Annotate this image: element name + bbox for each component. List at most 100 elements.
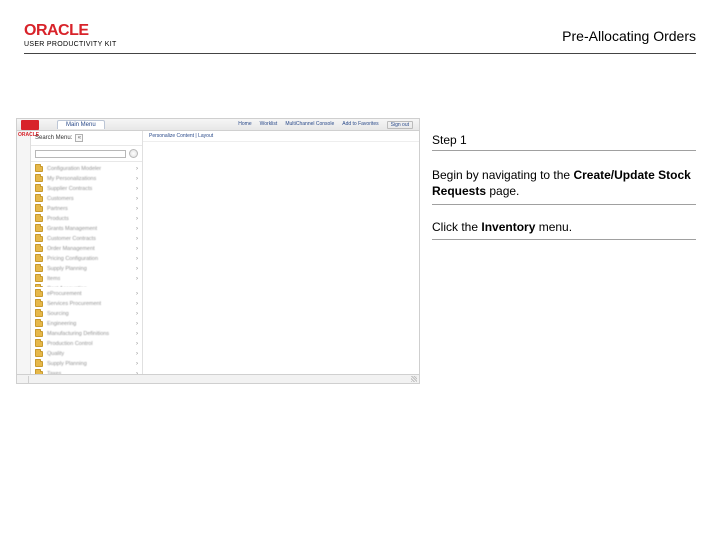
menu-item[interactable]: Configuration Modeler›	[31, 164, 142, 174]
search-label: Search Menu:	[35, 135, 72, 141]
menu-item-label: Production Control	[47, 341, 93, 347]
caret-icon: ›	[136, 236, 138, 242]
caret-icon: ›	[136, 291, 138, 297]
caret-icon: ›	[136, 216, 138, 222]
menu-item[interactable]: Partners ›	[31, 204, 142, 214]
top-links: Home Worklist MultiChannel Console Add t…	[238, 121, 413, 129]
menu-item-label: Customers	[47, 196, 74, 202]
caret-icon: ›	[136, 276, 138, 282]
menu-item[interactable]: Production Control ›	[31, 339, 142, 349]
top-link[interactable]: Sign out	[387, 121, 413, 129]
menu-item-label: Order Management	[47, 246, 95, 252]
folder-icon	[35, 206, 43, 212]
menu-item[interactable]: Pricing Configuration ›	[31, 254, 142, 264]
folder-icon	[35, 276, 43, 282]
oracle-mini-logo: ORACLE	[17, 131, 30, 140]
menu-item[interactable]: Engineering ›	[31, 319, 142, 329]
main-pane: Personalize Content | Layout	[143, 131, 419, 374]
folder-icon	[35, 331, 43, 337]
folder-icon	[35, 266, 43, 272]
menu-item-label: Configuration Modeler	[47, 166, 101, 172]
app-screenshot: Main Menu Home Worklist MultiChannel Con…	[16, 118, 420, 384]
menu-item-label: Supply Planning	[47, 361, 87, 367]
folder-icon	[35, 236, 43, 242]
folder-icon	[35, 311, 43, 317]
folder-icon	[35, 341, 43, 347]
app-topbar: Main Menu Home Worklist MultiChannel Con…	[17, 119, 419, 131]
status-bar	[17, 374, 419, 383]
search-go-button[interactable]	[129, 149, 138, 158]
caret-icon: ›	[136, 206, 138, 212]
top-link[interactable]: Add to Favorites	[342, 121, 378, 129]
caret-icon: ›	[136, 246, 138, 252]
caret-icon: ›	[136, 321, 138, 327]
caret-icon: ›	[136, 176, 138, 182]
menu-search-row: Search Menu: «	[31, 131, 142, 146]
menu-item[interactable]: Sourcing ›	[31, 309, 142, 319]
menu-item[interactable]: Quality ›	[31, 349, 142, 359]
menu-item-label: Manufacturing Definitions	[47, 331, 109, 337]
action-text: Click the	[432, 220, 481, 234]
menu-item[interactable]: Manufacturing Definitions›	[31, 329, 142, 339]
caret-icon: ›	[136, 196, 138, 202]
folder-icon	[35, 226, 43, 232]
top-link[interactable]: Home	[238, 121, 251, 129]
folder-icon	[35, 301, 43, 307]
menu-item-label: Sourcing	[47, 311, 69, 317]
menu-item-label: Taxes	[47, 371, 61, 374]
menu-item-label: Products	[47, 216, 69, 222]
menu-item[interactable]: Supplier Contracts›	[31, 184, 142, 194]
folder-icon	[35, 371, 43, 374]
menu-list-bottom: eProcurement›Services Procurement›Sourci…	[31, 287, 142, 374]
brand-block: ORACLE USER PRODUCTIVITY KIT	[24, 23, 117, 48]
action-bold: Inventory	[481, 220, 535, 234]
caret-icon: ›	[136, 186, 138, 192]
menu-item[interactable]: Items›	[31, 274, 142, 284]
caret-icon: ›	[136, 351, 138, 357]
body-text: page.	[486, 184, 519, 198]
menu-item[interactable]: Customers ›	[31, 194, 142, 204]
caret-icon: ›	[136, 341, 138, 347]
menu-item-label: Engineering	[47, 321, 76, 327]
collapse-button[interactable]: «	[75, 134, 83, 142]
top-link[interactable]: MultiChannel Console	[285, 121, 334, 129]
menu-item-label: Quality	[47, 351, 64, 357]
menu-item[interactable]: Customer Contracts ›	[31, 234, 142, 244]
folder-icon	[35, 176, 43, 182]
brand-swatch	[21, 120, 39, 130]
action-text: menu.	[535, 220, 572, 234]
menu-item[interactable]: Order Management ›	[31, 244, 142, 254]
folder-icon	[35, 186, 43, 192]
menu-search-input-row	[31, 146, 142, 162]
menu-item[interactable]: Products ›	[31, 214, 142, 224]
top-link[interactable]: Worklist	[260, 121, 278, 129]
menu-item-label: Partners	[47, 206, 68, 212]
personalize-link[interactable]: Personalize Content | Layout	[143, 131, 419, 142]
menu-item[interactable]: Grants Management›	[31, 224, 142, 234]
left-rail: ORACLE	[17, 131, 31, 374]
caret-icon: ›	[136, 371, 138, 374]
menu-item[interactable]: Supply Planning›	[31, 264, 142, 274]
menu-item-label: My Personalizations	[47, 176, 96, 182]
menu-list-top: Configuration Modeler›My Personalization…	[31, 162, 142, 287]
folder-icon	[35, 291, 43, 297]
instruction-action: Click the Inventory menu.	[432, 219, 696, 240]
instruction-panel: Step 1 Begin by navigating to the Create…	[432, 132, 696, 240]
lesson-title: Pre-Allocating Orders	[562, 28, 696, 44]
folder-icon	[35, 321, 43, 327]
caret-icon: ›	[136, 311, 138, 317]
menu-item[interactable]: eProcurement ›	[31, 289, 142, 299]
step-label: Step 1	[432, 132, 696, 151]
main-menu-tab[interactable]: Main Menu	[57, 120, 105, 129]
caret-icon: ›	[136, 256, 138, 262]
menu-item-label: Customer Contracts	[47, 236, 96, 242]
menu-item[interactable]: Supply Planning ›	[31, 359, 142, 369]
menu-item[interactable]: My Personalizations ›	[31, 174, 142, 184]
menu-item[interactable]: Services Procurement›	[31, 299, 142, 309]
search-input[interactable]	[35, 150, 126, 158]
menu-item-label: Pricing Configuration	[47, 256, 98, 262]
menu-item-label: eProcurement	[47, 291, 82, 297]
menu-item[interactable]: Taxes ›	[31, 369, 142, 374]
caret-icon: ›	[136, 361, 138, 367]
menu-item-label: Services Procurement	[47, 301, 101, 307]
